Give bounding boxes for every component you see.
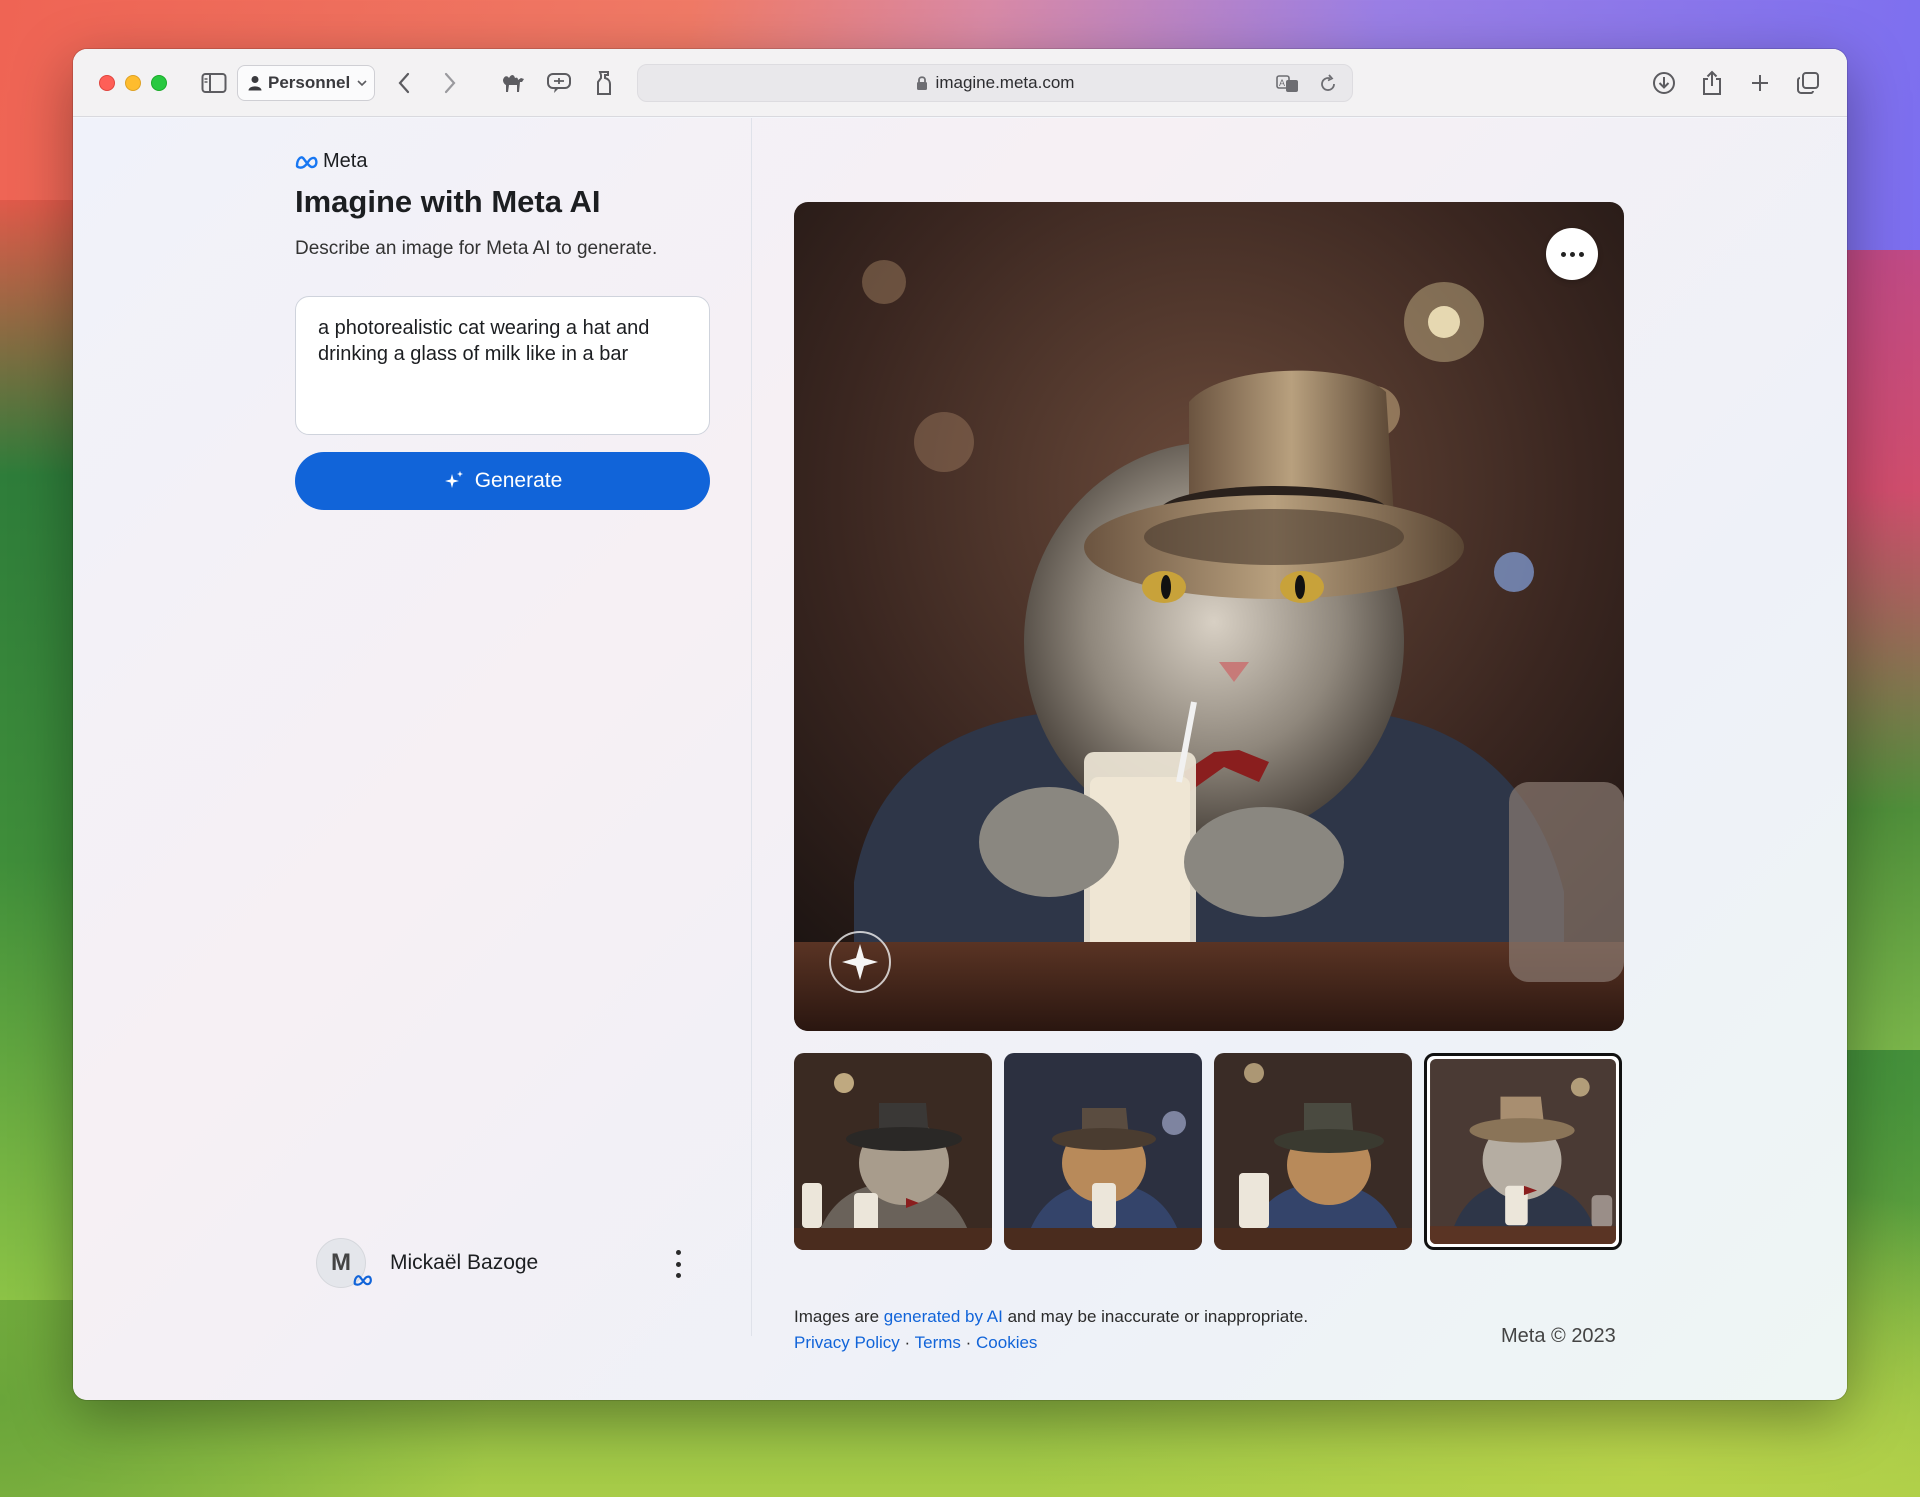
cat-image <box>794 202 1624 1031</box>
meta-brand-text: Meta <box>323 150 368 172</box>
url-text: imagine.meta.com <box>935 73 1075 92</box>
thumbnail-image <box>1004 1053 1202 1250</box>
sidebar-icon[interactable] <box>199 67 229 99</box>
generated-image-main[interactable] <box>794 202 1624 1031</box>
thumbnail-1[interactable] <box>794 1053 992 1250</box>
thumbnail-2[interactable] <box>1004 1053 1202 1250</box>
chevron-left-icon[interactable] <box>391 67 417 99</box>
thumbnail-4-selected[interactable] <box>1424 1053 1622 1250</box>
tabs-overview-icon[interactable] <box>1793 67 1823 99</box>
minimize-window-button[interactable] <box>125 75 141 91</box>
svg-text:A: A <box>1279 78 1285 88</box>
meta-logo[interactable]: Meta <box>295 150 367 173</box>
cookies-link[interactable]: Cookies <box>976 1333 1037 1352</box>
reload-icon[interactable] <box>1318 74 1338 94</box>
sparkle-icon <box>444 471 463 488</box>
link-separator: · <box>960 1333 977 1352</box>
translate-bubble-icon[interactable] <box>543 67 575 99</box>
profile-label: Personnel <box>268 73 351 92</box>
plus-icon[interactable] <box>1745 67 1775 99</box>
close-window-button[interactable] <box>99 75 115 91</box>
camel-extension-icon[interactable] <box>497 67 529 99</box>
avatar-initial: M <box>331 1249 351 1276</box>
terms-link[interactable]: Terms <box>915 1333 961 1352</box>
generated-by-ai-link[interactable]: generated by AI <box>884 1307 1003 1326</box>
generate-label: Generate <box>474 469 563 492</box>
thumbnail-3[interactable] <box>1214 1053 1412 1250</box>
translate-icon[interactable]: A <box>1276 74 1300 94</box>
share-icon[interactable] <box>1697 67 1727 99</box>
disclaimer-text-suffix: and may be inaccurate or inappropriate. <box>1002 1307 1309 1326</box>
lock-icon <box>916 76 927 90</box>
prompt-input[interactable]: a photorealistic cat wearing a hat and d… <box>295 296 710 435</box>
thumbnail-image <box>1430 1059 1616 1244</box>
meta-infinity-icon <box>295 155 318 169</box>
disclaimer-text-prefix: Images are <box>794 1307 884 1326</box>
user-name: Mickaël Bazoge <box>390 1251 539 1274</box>
link-separator: · <box>899 1333 915 1352</box>
user-account: M Mickaël Bazoge <box>316 1238 688 1288</box>
privacy-policy-link[interactable]: Privacy Policy <box>794 1333 900 1352</box>
thumbnail-strip <box>794 1053 1622 1250</box>
page-content: Meta Imagine with Meta AI Describe an im… <box>73 118 1847 1400</box>
zoom-window-button[interactable] <box>151 75 167 91</box>
address-bar[interactable]: imagine.meta.com A <box>637 64 1353 102</box>
profile-selector[interactable]: Personnel <box>237 65 375 101</box>
browser-toolbar: Personnel imagine.meta.com A <box>73 49 1847 117</box>
panel-divider <box>751 118 752 1336</box>
page-title: Imagine with Meta AI <box>295 184 601 219</box>
browser-window: Personnel imagine.meta.com A Meta Imagin… <box>73 49 1847 1400</box>
copyright: Meta © 2023 <box>1501 1325 1616 1347</box>
bottle-extension-icon[interactable] <box>591 67 617 99</box>
ai-disclaimer: Images are generated by AI and may be in… <box>794 1304 1308 1330</box>
avatar[interactable]: M <box>316 1238 372 1288</box>
person-icon <box>248 76 262 91</box>
download-icon[interactable] <box>1649 67 1679 99</box>
thumbnail-image <box>794 1053 992 1250</box>
chevron-down-icon <box>357 80 367 87</box>
chevron-right-icon[interactable] <box>437 67 463 99</box>
thumbnail-image <box>1214 1053 1412 1250</box>
more-vertical-icon[interactable] <box>668 1250 688 1278</box>
page-subtitle: Describe an image for Meta AI to generat… <box>295 238 658 259</box>
meta-badge-icon <box>353 1273 373 1291</box>
generate-button[interactable]: Generate <box>295 452 710 510</box>
image-more-options-button[interactable] <box>1546 228 1598 280</box>
prompt-text: a photorealistic cat wearing a hat and d… <box>318 317 650 365</box>
footer-links: Privacy Policy · Terms · Cookies <box>794 1330 1037 1356</box>
